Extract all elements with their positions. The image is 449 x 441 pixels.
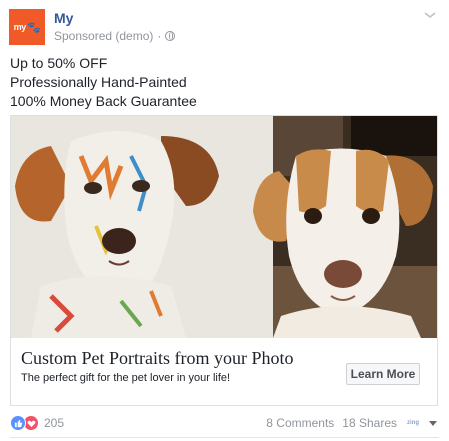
reaction-summary[interactable]: 205: [10, 415, 64, 431]
like-icon: [10, 415, 26, 431]
ad-description: The perfect gift for the pet lover in yo…: [21, 372, 231, 384]
reaction-count: 205: [44, 416, 65, 430]
audience-text: zing: [407, 420, 419, 426]
footer-divider: [10, 437, 439, 438]
post-text-line: Up to 50% OFF: [10, 55, 108, 71]
avatar-text: my: [13, 22, 27, 32]
page-avatar[interactable]: my 🐾: [9, 9, 45, 45]
ad-card[interactable]: Custom Pet Portraits from your Photo The…: [10, 115, 438, 406]
chevron-down-icon[interactable]: [423, 10, 437, 20]
post-text-line: 100% Money Back Guarantee: [10, 93, 197, 109]
post-text: Up to 50% OFF Professionally Hand-Painte…: [10, 54, 197, 111]
ad-headline[interactable]: Custom Pet Portraits from your Photo: [21, 348, 294, 369]
page-name-link[interactable]: My: [54, 10, 73, 26]
paw-icon: 🐾: [27, 21, 41, 34]
engagement-stats: 8 Comments 18 Shares zing: [266, 415, 437, 431]
ad-image[interactable]: [11, 116, 437, 338]
caret-down-icon[interactable]: [429, 420, 437, 426]
comments-link[interactable]: 8 Comments: [266, 416, 334, 430]
page-avatar-icon[interactable]: zing: [405, 415, 421, 431]
sponsored-post: my 🐾 My Sponsored (demo) · Up to 50% OFF…: [0, 0, 449, 441]
globe-icon[interactable]: [165, 31, 176, 41]
learn-more-button[interactable]: Learn More: [346, 363, 420, 385]
post-meta: Sponsored (demo) ·: [54, 29, 176, 43]
sponsored-label[interactable]: Sponsored (demo): [54, 29, 153, 43]
shares-link[interactable]: 18 Shares: [342, 416, 397, 430]
post-text-line: Professionally Hand-Painted: [10, 74, 187, 90]
meta-separator: ·: [157, 29, 162, 43]
